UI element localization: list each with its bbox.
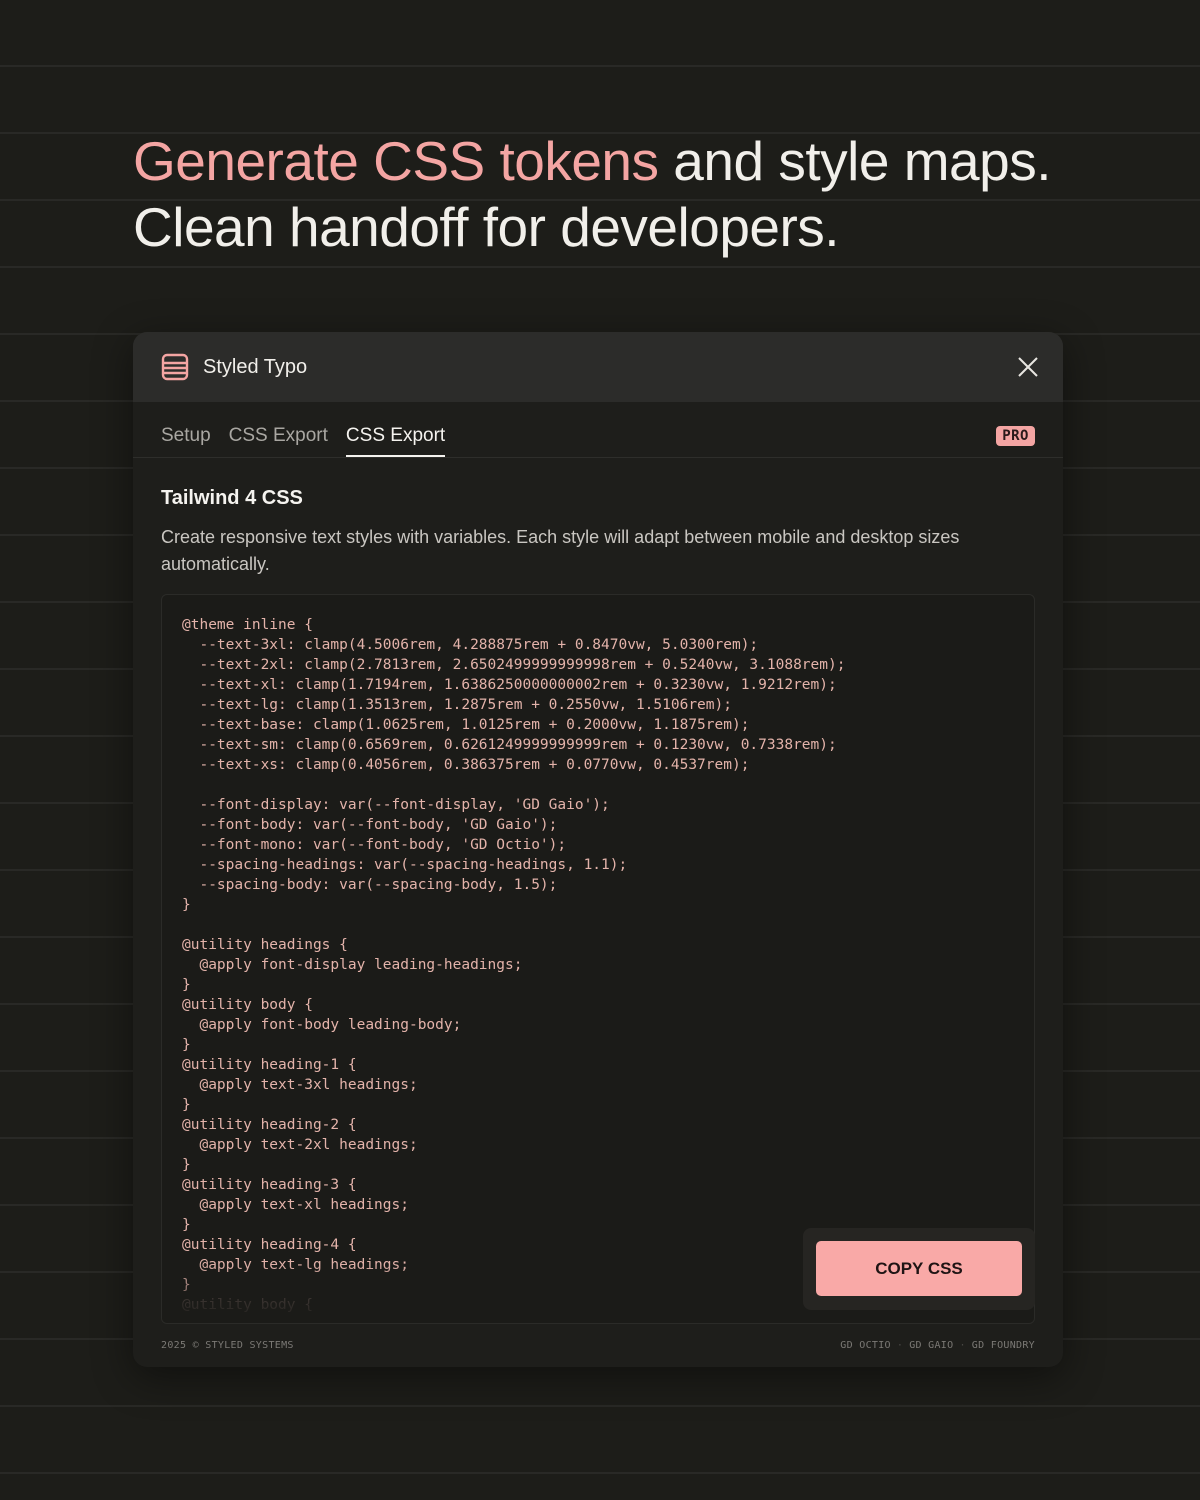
code-line: @utility body {	[182, 1297, 313, 1313]
code-line: --text-xl: clamp(1.7194rem, 1.6386250000…	[199, 677, 837, 693]
code-line: --spacing-headings: var(--spacing-headin…	[199, 857, 628, 873]
code-line: }	[182, 977, 191, 993]
section-description: Create responsive text styles with varia…	[161, 527, 960, 574]
tab-css-export-active[interactable]: CSS Export	[345, 425, 446, 457]
close-icon[interactable]	[1015, 354, 1041, 380]
code-line: --spacing-body: var(--spacing-body, 1.5)…	[199, 877, 558, 893]
panel-footer: 2025 © STYLED SYSTEMS GD OCTIO · GD GAIO · G…	[161, 1340, 1035, 1351]
footer-link-octio[interactable]: GD OCTIO	[840, 1340, 891, 1351]
code-line: @utility heading-4 {	[182, 1237, 357, 1253]
code-line: }	[182, 1037, 191, 1053]
code-line: @utility heading-2 {	[182, 1117, 357, 1133]
code-line: --font-mono: var(--font-body, 'GD Octio'…	[199, 837, 567, 853]
css-code: @theme inline { --text-3xl: clamp(4.5006…	[162, 595, 1034, 1315]
headline-accent: Generate CSS tokens	[133, 130, 659, 192]
headline-rest: and style maps.	[658, 130, 1051, 192]
code-line: @apply font-body leading-body;	[199, 1017, 462, 1033]
copy-css-button[interactable]: COPY CSS	[816, 1241, 1022, 1296]
headline-line2: Clean handoff for developers.	[133, 196, 840, 258]
pro-badge: PRO	[996, 426, 1035, 446]
copy-button-container: COPY CSS	[803, 1228, 1035, 1310]
footer-links: GD OCTIO · GD GAIO · GD FOUNDRY	[840, 1340, 1035, 1351]
panel-titlebar: Styled Typo	[133, 332, 1063, 402]
code-line: --text-3xl: clamp(4.5006rem, 4.288875rem…	[199, 637, 759, 653]
code-line: }	[182, 897, 191, 913]
styled-typo-panel: Styled Typo Setup CSS Export CSS Export …	[133, 332, 1063, 1367]
code-line: }	[182, 1277, 191, 1293]
panel-title: Styled Typo	[203, 355, 308, 378]
tab-setup[interactable]: Setup	[161, 425, 211, 457]
code-line: --font-body: var(--font-body, 'GD Gaio')…	[199, 817, 558, 833]
code-block[interactable]: @theme inline { --text-3xl: clamp(4.5006…	[161, 594, 1035, 1324]
code-line: @apply text-2xl headings;	[199, 1137, 418, 1153]
footer-link-foundry[interactable]: GD FOUNDRY	[972, 1340, 1035, 1351]
code-line: @utility headings {	[182, 937, 348, 953]
code-line: @apply font-display leading-headings;	[199, 957, 523, 973]
code-line: @apply text-3xl headings;	[199, 1077, 418, 1093]
tab-bar: Setup CSS Export CSS Export PRO	[133, 402, 1063, 458]
code-line: --text-lg: clamp(1.3513rem, 1.2875rem + …	[199, 697, 732, 713]
code-line: @apply text-xl headings;	[199, 1197, 409, 1213]
tab-css-export[interactable]: CSS Export	[229, 425, 328, 457]
code-line: @theme inline {	[182, 617, 313, 633]
code-line: --text-base: clamp(1.0625rem, 1.0125rem …	[199, 717, 750, 733]
code-line: --font-display: var(--font-display, 'GD …	[199, 797, 610, 813]
code-line: @apply text-lg headings;	[199, 1257, 409, 1273]
code-line: }	[182, 1157, 191, 1173]
code-line: @utility body {	[182, 997, 313, 1013]
code-line: @utility heading-1 {	[182, 1057, 357, 1073]
code-line: }	[182, 1097, 191, 1113]
code-line: @utility heading-3 {	[182, 1177, 357, 1193]
layers-icon	[161, 353, 189, 381]
footer-link-gaio[interactable]: GD GAIO	[909, 1340, 953, 1351]
code-line: --text-sm: clamp(0.6569rem, 0.6261249999…	[199, 737, 837, 753]
footer-copyright: 2025 © STYLED SYSTEMS	[161, 1340, 294, 1351]
code-line: --text-2xl: clamp(2.7813rem, 2.650249999…	[199, 657, 846, 673]
code-line: }	[182, 1217, 191, 1233]
code-line: --text-xs: clamp(0.4056rem, 0.386375rem …	[199, 757, 750, 773]
page-headline: Generate CSS tokens and style maps. Clea…	[133, 128, 1133, 260]
section-title: Tailwind 4 CSS	[161, 487, 303, 509]
